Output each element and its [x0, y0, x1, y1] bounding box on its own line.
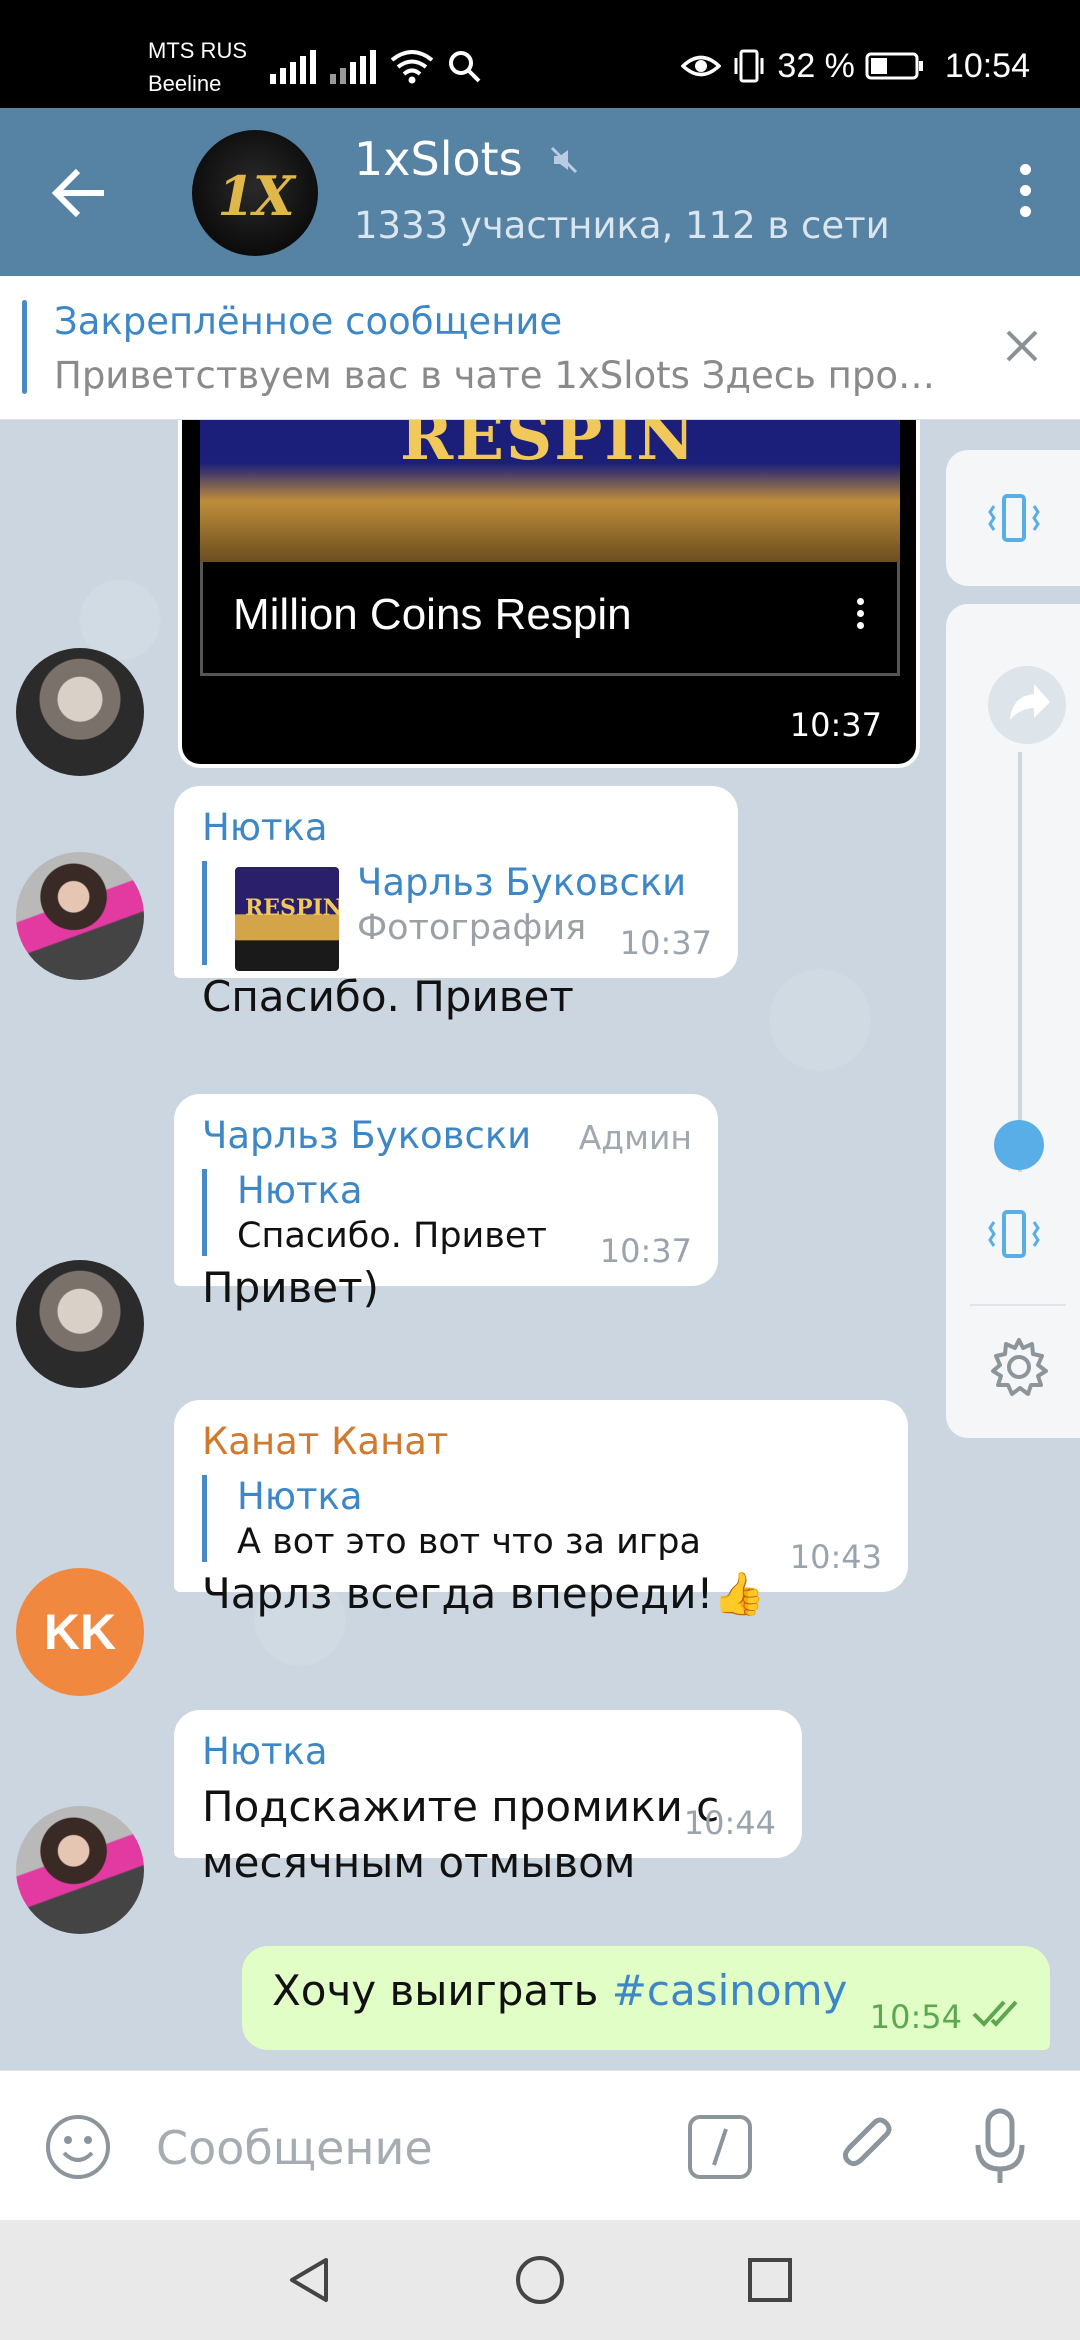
eye-icon — [681, 55, 722, 77]
signal-icon-1 — [270, 50, 316, 84]
message-time: 10:54 — [869, 1998, 962, 2036]
reply-name: Нютка — [237, 1169, 363, 1212]
video-message[interactable]: RESPIN Million Coins Respin 10:37 — [178, 420, 920, 768]
pinned-accent-bar — [22, 300, 27, 394]
reply-text: А вот это вот что за игра — [237, 1522, 701, 1562]
emoji-icon[interactable] — [44, 2113, 112, 2181]
admin-badge: Админ — [578, 1118, 692, 1157]
avatar[interactable] — [16, 648, 144, 776]
carrier-2: Beeline — [148, 71, 222, 96]
reply-thumb-text: RESPIN — [245, 895, 339, 921]
message-text: Спасибо. Привет — [202, 972, 574, 1021]
message-text-line-2: месячным отмывом — [202, 1838, 636, 1887]
wifi-icon — [390, 50, 434, 84]
chat-avatar[interactable]: 1X — [192, 130, 318, 256]
reply-thumbnail: RESPIN — [235, 867, 339, 971]
system-nav-bar — [0, 2220, 1080, 2340]
double-check-icon — [972, 2000, 1018, 2027]
chat-header: 1X 1xSlots 1333 участника, 112 в сети — [0, 108, 1080, 276]
avatar[interactable]: KK — [16, 1568, 144, 1696]
volume-slider-track[interactable] — [1018, 752, 1022, 1172]
volume-panel — [946, 604, 1080, 1438]
hashtag-link[interactable]: #casinomy — [612, 1966, 848, 2015]
video-thumbnail: RESPIN — [200, 420, 900, 562]
panel-divider — [970, 1304, 1066, 1306]
clock: 10:54 — [944, 46, 1030, 85]
message-bubble[interactable]: Канат Канат Нютка А вот это вот что за и… — [174, 1400, 908, 1618]
message-time: 10:37 — [789, 706, 882, 744]
vibrate-icon — [734, 49, 764, 83]
status-right: 32 % 10:54 — [681, 44, 1030, 88]
signal-icon-2 — [330, 50, 376, 84]
back-arrow-icon[interactable] — [50, 163, 110, 223]
message-time: 10:43 — [789, 1538, 882, 1576]
battery-percent: 32 % — [777, 46, 855, 85]
vibrate-icon[interactable] — [984, 488, 1044, 548]
attach-icon[interactable] — [832, 2111, 902, 2181]
nav-home-icon[interactable] — [512, 2252, 568, 2308]
message-sender[interactable]: Нютка — [202, 1730, 774, 1773]
reply-quote[interactable]: Нютка А вот это вот что за игра — [202, 1475, 880, 1562]
status-bar: MTS RUS Beeline 32 % 10:54 — [0, 0, 1080, 108]
vibrate-toggle-panel — [946, 450, 1080, 586]
video-caption-box: Million Coins Respin — [200, 562, 900, 676]
share-icon — [1010, 684, 1050, 720]
gear-icon[interactable] — [986, 1334, 1052, 1400]
video-title: Million Coins Respin — [233, 590, 632, 639]
message-text: Чарлз всегда впереди!👍 — [202, 1569, 766, 1618]
avatar[interactable] — [16, 1260, 144, 1388]
reply-name: Нютка — [237, 1475, 363, 1518]
volume-slider-knob[interactable] — [994, 1120, 1044, 1170]
message-sender[interactable]: Нютка — [202, 806, 710, 849]
chat-avatar-logo: 1X — [217, 164, 294, 228]
more-menu-icon[interactable] — [1010, 164, 1040, 224]
carrier-names: MTS RUS Beeline — [148, 34, 247, 100]
chat-area[interactable]: RESPIN Million Coins Respin 10:37 Нютка … — [0, 420, 1080, 2070]
pinned-title: Закреплённое сообщение — [54, 300, 563, 343]
message-bubble[interactable]: Нютка RESPIN Чарльз Буковски Фотография … — [174, 786, 738, 1021]
chat-title[interactable]: 1xSlots — [354, 132, 523, 186]
video-thumb-text: RESPIN — [400, 420, 697, 475]
microphone-icon[interactable] — [970, 2107, 1030, 2187]
video-more-icon[interactable] — [857, 598, 867, 634]
battery-icon — [865, 52, 923, 80]
carrier-1: MTS RUS — [148, 38, 247, 63]
signal-icons — [270, 44, 482, 84]
message-time: 10:37 — [599, 1232, 692, 1270]
avatar[interactable] — [16, 852, 144, 980]
message-bubble[interactable]: Нютка Подскажите промики с месячным отмы… — [174, 1710, 802, 1887]
message-input-bar: Сообщение — [0, 2070, 1080, 2220]
close-icon[interactable] — [1000, 324, 1044, 368]
share-button[interactable] — [988, 666, 1066, 744]
mute-icon — [550, 146, 578, 174]
message-bubble[interactable]: Чарльз Буковски Админ Нютка Спасибо. При… — [174, 1094, 718, 1312]
message-text-main: Хочу выиграть — [272, 1966, 612, 2015]
pinned-text: Приветствуем вас в чате 1xSlots Здесь пр… — [54, 354, 935, 397]
nav-back-icon[interactable] — [282, 2252, 338, 2308]
reply-name: Чарльз Буковски — [357, 861, 687, 904]
message-input[interactable]: Сообщение — [156, 2121, 433, 2175]
search-icon — [449, 51, 481, 83]
chat-subtitle: 1333 участника, 112 в сети — [354, 204, 890, 247]
pinned-message[interactable]: Закреплённое сообщение Приветствуем вас … — [0, 276, 1080, 420]
message-time: 10:44 — [683, 1804, 776, 1842]
outgoing-message[interactable]: Хочу выиграть #casinomy 10:54 — [242, 1946, 1050, 2050]
message-text: Хочу выиграть #casinomy — [272, 1966, 847, 2015]
message-sender[interactable]: Канат Канат — [202, 1420, 880, 1463]
bot-command-icon[interactable] — [686, 2113, 754, 2181]
nav-recents-icon[interactable] — [742, 2252, 798, 2308]
avatar[interactable] — [16, 1806, 144, 1934]
message-time: 10:37 — [619, 924, 712, 962]
vibrate-icon[interactable] — [984, 1204, 1044, 1264]
